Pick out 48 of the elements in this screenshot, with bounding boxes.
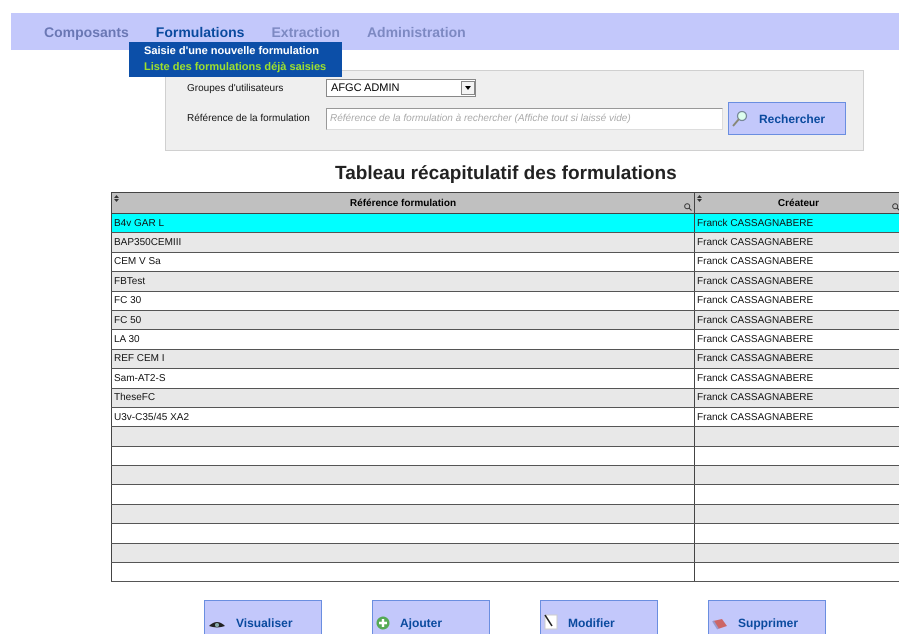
table-cell: Franck CASSAGNABERE xyxy=(694,388,899,408)
table-cell: FC 30 xyxy=(112,291,694,310)
table-cell: FBTest xyxy=(112,272,694,292)
table-cell: Franck CASSAGNABERE xyxy=(694,272,899,292)
action-button[interactable]: Visualiser xyxy=(204,600,322,634)
action-button[interactable]: Ajouter xyxy=(372,600,490,634)
table-row[interactable]: B4v GAR L Franck CASSAGNABERE xyxy=(112,214,899,233)
column-header[interactable]: Créateur xyxy=(694,192,899,214)
table-row[interactable]: FC 30 Franck CASSAGNABERE xyxy=(112,291,899,310)
menu-item[interactable]: Formulations xyxy=(156,24,244,40)
table-cell: Franck CASSAGNABERE xyxy=(694,310,899,330)
search-button[interactable]: Rechercher xyxy=(728,102,846,135)
table-cell: Franck CASSAGNABERE xyxy=(694,407,899,427)
reference-label: Référence de la formulation xyxy=(187,113,311,124)
group-label: Groupes d'utilisateurs xyxy=(187,82,284,94)
table-cell: BAP350CEMIII xyxy=(112,232,694,252)
table-cell: Franck CASSAGNABERE xyxy=(694,232,899,252)
table-cell: Franck CASSAGNABERE xyxy=(694,291,899,310)
table-title: Tableau récapitulatif des formulations xyxy=(334,163,678,185)
table-cell: Franck CASSAGNABERE xyxy=(694,252,899,272)
reference-field[interactable]: Référence de la formulation à rechercher (Affiche tout si laissé vide) xyxy=(326,108,723,130)
table-cell: Franck CASSAGNABERE xyxy=(694,349,899,369)
action-button[interactable]: Supprimer xyxy=(708,600,826,634)
table-cell: Franck CASSAGNABERE xyxy=(694,330,899,350)
table-cell: B4v GAR L xyxy=(112,214,694,233)
table-cell: FC 50 xyxy=(112,310,694,330)
table-cell: CEM V Sa xyxy=(112,252,694,272)
table-row[interactable]: FC 50 Franck CASSAGNABERE xyxy=(112,310,899,330)
table-cell: TheseFC xyxy=(112,388,694,408)
table-cell: Franck CASSAGNABERE xyxy=(694,368,899,388)
table-row[interactable]: BAP350CEMIII Franck CASSAGNABERE xyxy=(112,232,899,252)
group-select[interactable]: AFGC ADMIN xyxy=(326,79,476,97)
column-header[interactable]: Référence formulation xyxy=(112,192,694,214)
table-row[interactable]: LA 30 Franck CASSAGNABERE xyxy=(112,330,899,350)
table-row[interactable]: U3v-C35/45 XA2 Franck CASSAGNABERE xyxy=(112,407,899,427)
table-cell: REF CEM I xyxy=(112,349,694,369)
table-row[interactable]: REF CEM I Franck CASSAGNABERE xyxy=(112,349,899,369)
dropdown-item[interactable]: Saisie d'une nouvelle formulation xyxy=(144,43,342,59)
table-cell: U3v-C35/45 XA2 xyxy=(112,407,694,427)
table-cell: LA 30 xyxy=(112,330,694,350)
table-row[interactable]: CEM V Sa Franck CASSAGNABERE xyxy=(112,252,899,272)
table-cell: Sam-AT2-S xyxy=(112,368,694,388)
action-button[interactable]: Modifier xyxy=(540,600,658,634)
table-row[interactable]: FBTest Franck CASSAGNABERE xyxy=(112,272,899,292)
table-row[interactable]: TheseFC Franck CASSAGNABERE xyxy=(112,388,899,408)
table-cell: Franck CASSAGNABERE xyxy=(694,214,899,233)
table-row[interactable]: Sam-AT2-S Franck CASSAGNABERE xyxy=(112,368,899,388)
dropdown-item[interactable]: Liste des formulations déjà saisies xyxy=(144,59,342,75)
